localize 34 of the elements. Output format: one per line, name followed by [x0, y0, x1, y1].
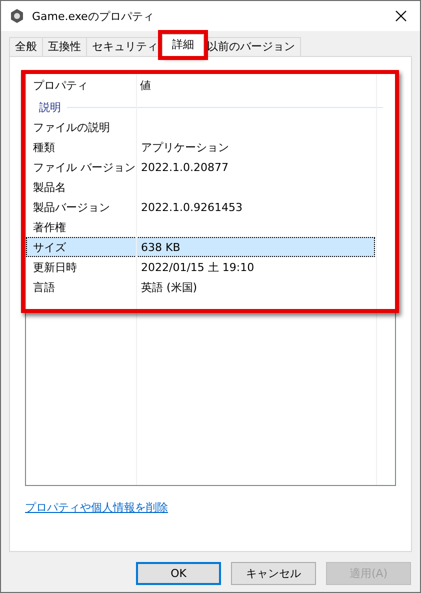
property-name: 製品名	[32, 180, 67, 194]
property-value: 638 KB	[140, 240, 182, 254]
property-row[interactable]: 種類 アプリケーション	[26, 137, 375, 157]
dialog-button[interactable]: キャンセル	[231, 562, 316, 585]
property-row[interactable]: 言語 英語 (米国)	[26, 277, 375, 297]
property-row[interactable]: サイズ 638 KB	[26, 237, 375, 257]
property-value: アプリケーション	[140, 140, 230, 154]
property-value: 2022/01/15 土 19:10	[140, 260, 256, 274]
column-header[interactable]: 値	[136, 78, 376, 92]
property-row[interactable]: ファイルの説明	[26, 117, 375, 137]
dialog-button[interactable]: OK	[136, 562, 221, 585]
property-name: 種類	[32, 140, 56, 154]
property-row[interactable]: 製品バージョン 2022.1.0.9261453	[26, 197, 375, 217]
property-value: 2022.1.0.20877	[140, 160, 230, 174]
app-icon	[9, 8, 25, 24]
property-name: 更新日時	[32, 260, 78, 274]
remove-properties-link[interactable]: プロパティや個人情報を削除	[25, 500, 168, 515]
property-row[interactable]: 更新日時 2022/01/15 土 19:10	[26, 257, 375, 277]
property-name: サイズ	[32, 240, 67, 254]
tab[interactable]: 全般	[9, 37, 43, 56]
property-name: 著作権	[32, 220, 67, 234]
property-value: 英語 (米国)	[140, 280, 198, 294]
window-title: Game.exeのプロパティ	[32, 8, 154, 24]
column-header[interactable]: プロパティ	[26, 78, 136, 92]
property-name: ファイルの説明	[32, 120, 111, 134]
property-value: 2022.1.0.9261453	[140, 200, 244, 214]
property-name: 製品バージョン	[32, 200, 111, 214]
property-row[interactable]: ファイル バージョン 2022.1.0.20877	[26, 157, 375, 177]
property-name: ファイル バージョン	[32, 160, 136, 174]
property-row[interactable]: 著作権	[26, 217, 375, 237]
property-row[interactable]: 製品名	[26, 177, 375, 197]
property-name: 言語	[32, 280, 56, 294]
group-heading: 説明	[39, 100, 61, 114]
close-icon[interactable]	[395, 10, 407, 22]
